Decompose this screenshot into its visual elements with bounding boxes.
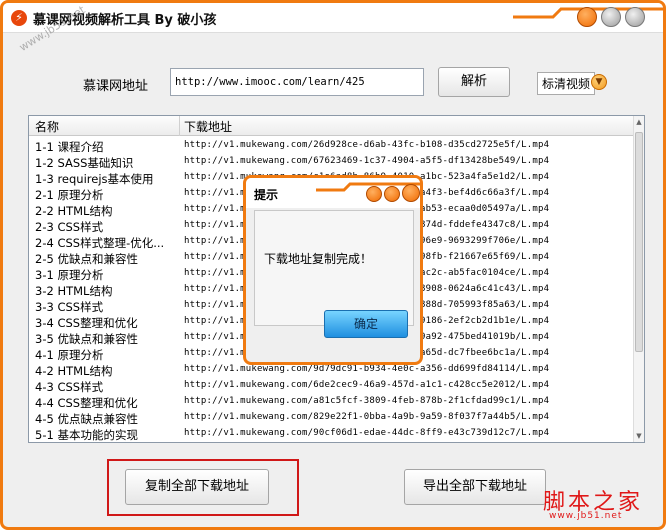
row-name: 4-5 优点缺点兼容性 <box>35 412 138 426</box>
dialog-minimize-button[interactable] <box>366 186 382 202</box>
row-name: 2-4 CSS样式整理-优化... <box>35 236 165 250</box>
close-button[interactable] <box>625 7 645 27</box>
main-window: ⚡ 慕课网视频解析工具 By 破小孩 www.jb51.net 慕课网地址 ht… <box>0 0 666 530</box>
table-row[interactable]: 1-1 课程介绍 http://v1.mukewang.com/26d928ce-… <box>29 138 634 154</box>
chevron-down-icon[interactable]: ▼ <box>591 74 607 90</box>
row-url: http://v1.mukewang.com/90cf06d1-edae-44d… <box>184 428 550 438</box>
brand-url: www.jb51.net <box>549 511 623 521</box>
quality-select-value: 标清视频 <box>537 72 596 95</box>
row-name: 2-3 CSS样式 <box>35 220 104 234</box>
dialog-close-button[interactable] <box>402 184 420 202</box>
row-name: 3-2 HTML结构 <box>35 284 113 298</box>
row-name: 4-1 原理分析 <box>35 348 104 362</box>
url-input[interactable]: http://www.imooc.com/learn/425 <box>170 68 424 96</box>
quality-select[interactable]: 标清视频 ▼ <box>537 72 607 95</box>
row-name: 1-1 课程介绍 <box>35 140 104 154</box>
table-row[interactable]: 4-3 CSS样式 http://v1.mukewang.com/6de2cec9… <box>29 378 634 394</box>
column-header-name[interactable]: 名称 <box>35 118 59 135</box>
app-logo-icon: ⚡ <box>11 10 27 26</box>
scroll-up-icon[interactable]: ▲ <box>635 118 643 126</box>
row-url: http://v1.mukewang.com/67623469-1c37-490… <box>184 156 550 166</box>
row-url: http://v1.mukewang.com/26d928ce-d6ab-43f… <box>184 140 550 150</box>
vertical-scrollbar[interactable]: ▲ ▼ <box>633 116 644 442</box>
dialog-title: 提示 <box>254 188 279 202</box>
row-name: 4-4 CSS整理和优化 <box>35 396 138 410</box>
url-label: 慕课网地址 <box>83 79 149 94</box>
table-row[interactable]: 5-1 基本功能的实现 http://v1.mukewang.com/90cf06… <box>29 426 634 442</box>
row-name: 3-5 优缺点和兼容性 <box>35 332 138 346</box>
column-divider <box>179 116 180 136</box>
row-name: 3-4 CSS整理和优化 <box>35 316 138 330</box>
row-name: 2-2 HTML结构 <box>35 204 113 218</box>
ok-button[interactable]: 确定 <box>324 310 408 338</box>
row-name: 4-3 CSS样式 <box>35 380 104 394</box>
row-name: 1-2 SASS基础知识 <box>35 156 134 170</box>
row-url: http://v1.mukewang.com/6de2cec9-46a9-457… <box>184 380 550 390</box>
table-row[interactable]: 4-4 CSS整理和优化 http://v1.mukewang.com/a81c5… <box>29 394 634 410</box>
scroll-thumb[interactable] <box>635 132 643 352</box>
table-header: 名称 下载地址 <box>29 116 634 136</box>
parse-button[interactable]: 解析 <box>438 67 510 97</box>
highlight-box <box>107 459 299 516</box>
row-name: 4-2 HTML结构 <box>35 364 113 378</box>
scroll-down-icon[interactable]: ▼ <box>635 432 643 440</box>
dialog-message: 下载地址复制完成！ <box>264 252 373 266</box>
minimize-button[interactable] <box>577 7 597 27</box>
row-name: 2-5 优缺点和兼容性 <box>35 252 138 266</box>
message-dialog: 提示 下载地址复制完成！ 确定 <box>243 175 423 365</box>
row-name: 5-1 基本功能的实现 <box>35 428 138 442</box>
table-row[interactable]: 4-5 优点缺点兼容性 http://v1.mukewang.com/829e22… <box>29 410 634 426</box>
row-url: http://v1.mukewang.com/829e22f1-0bba-4a9… <box>184 412 550 422</box>
row-url: http://v1.mukewang.com/9d79dc91-b934-4e0… <box>184 364 550 374</box>
table-row[interactable]: 1-2 SASS基础知识 http://v1.mukewang.com/67623… <box>29 154 634 170</box>
row-name: 3-3 CSS样式 <box>35 300 104 314</box>
column-header-url[interactable]: 下载地址 <box>184 118 232 135</box>
row-url: http://v1.mukewang.com/a81c5fcf-3809-4fe… <box>184 396 550 406</box>
row-name: 2-1 原理分析 <box>35 188 104 202</box>
row-name: 1-3 requirejs基本使用 <box>35 172 154 186</box>
export-all-button[interactable]: 导出全部下载地址 <box>404 469 546 505</box>
dialog-body <box>254 210 414 326</box>
row-name: 3-1 原理分析 <box>35 268 104 282</box>
title-bar: ⚡ 慕课网视频解析工具 By 破小孩 <box>3 3 663 33</box>
maximize-button[interactable] <box>601 7 621 27</box>
dialog-maximize-button[interactable] <box>384 186 400 202</box>
dialog-title-bar: 提示 <box>246 178 420 208</box>
